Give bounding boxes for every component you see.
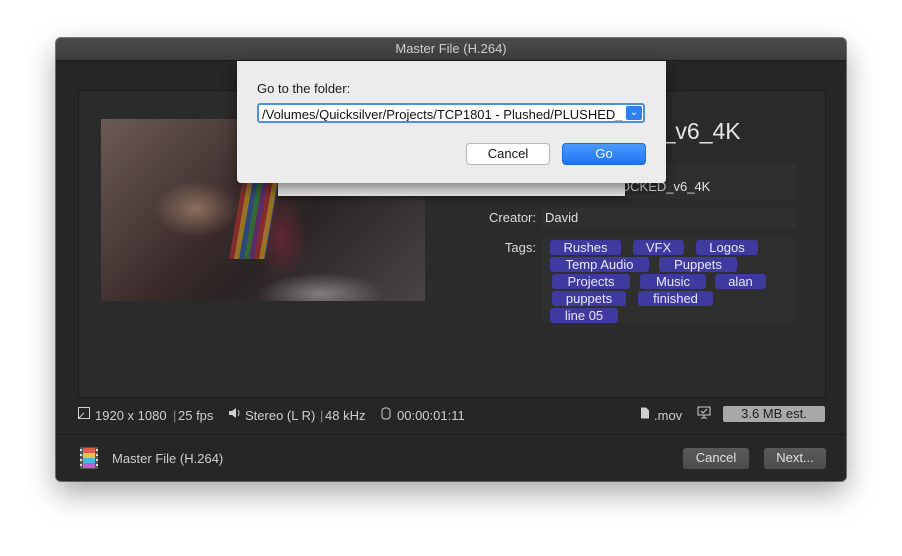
next-button[interactable]: Next... — [763, 447, 827, 470]
duration-text: 00:00:01:11 — [397, 408, 465, 423]
file-icon — [640, 407, 650, 422]
tag-chip[interactable]: puppets — [552, 291, 626, 306]
creator-field[interactable]: David — [542, 208, 796, 229]
extension-text: .mov — [654, 408, 683, 423]
tag-chip[interactable]: Logos — [696, 240, 758, 255]
tag-chip[interactable]: finished — [638, 291, 713, 306]
display-icon[interactable] — [697, 406, 711, 422]
go-to-folder-dialog: Go to the folder: /Volumes/Quicksilver/P… — [237, 61, 666, 183]
tag-chip[interactable]: Projects — [552, 274, 630, 289]
folder-path-input[interactable]: /Volumes/Quicksilver/Projects/TCP1801 - … — [257, 103, 645, 123]
fps-text: 25 fps — [178, 408, 214, 423]
tag-chip[interactable]: Temp Audio — [550, 257, 649, 272]
cancel-button[interactable]: Cancel — [682, 447, 750, 470]
size-estimate-badge: 3.6 MB est. — [723, 406, 825, 422]
separator: | — [173, 408, 177, 423]
tag-chip[interactable]: Puppets — [659, 257, 737, 272]
sheet-shadow-strip — [278, 183, 625, 196]
chevron-down-icon[interactable]: ⌄ — [626, 106, 642, 120]
timecode-icon — [380, 407, 392, 423]
folder-path-value: /Volumes/Quicksilver/Projects/TCP1801 - … — [262, 107, 623, 122]
resolution-text: 1920 x 1080 — [95, 408, 167, 423]
resolution-icon — [78, 407, 90, 422]
tags-label: Tags: — [504, 240, 536, 255]
creator-value: David — [545, 210, 579, 225]
status-bar: 1920 x 1080 | 25 fps Stereo (L R) | 48 k… — [76, 405, 828, 425]
thumbnail-detail — [228, 179, 280, 259]
film-preset-icon — [80, 447, 98, 474]
preset-label: Master File (H.264) — [112, 451, 224, 466]
sample-rate-text: 48 kHz — [325, 408, 366, 423]
tag-chip[interactable]: line 05 — [550, 308, 618, 323]
audio-text: Stereo (L R) — [245, 408, 316, 423]
dialog-cancel-button[interactable]: Cancel — [466, 143, 550, 165]
tag-chip[interactable]: VFX — [633, 240, 684, 255]
window-title: Master File (H.264) — [56, 38, 846, 61]
bottom-bar: Master File (H.264) Cancel Next... — [56, 434, 846, 481]
speaker-icon — [228, 407, 242, 422]
separator: | — [320, 408, 324, 423]
tag-chip[interactable]: Music — [640, 274, 706, 289]
dialog-label: Go to the folder: — [257, 81, 351, 96]
go-button[interactable]: Go — [562, 143, 646, 165]
creator-label: Creator: — [489, 210, 536, 225]
tag-chip[interactable]: alan — [715, 274, 766, 289]
tag-chip[interactable]: Rushes — [550, 240, 621, 255]
